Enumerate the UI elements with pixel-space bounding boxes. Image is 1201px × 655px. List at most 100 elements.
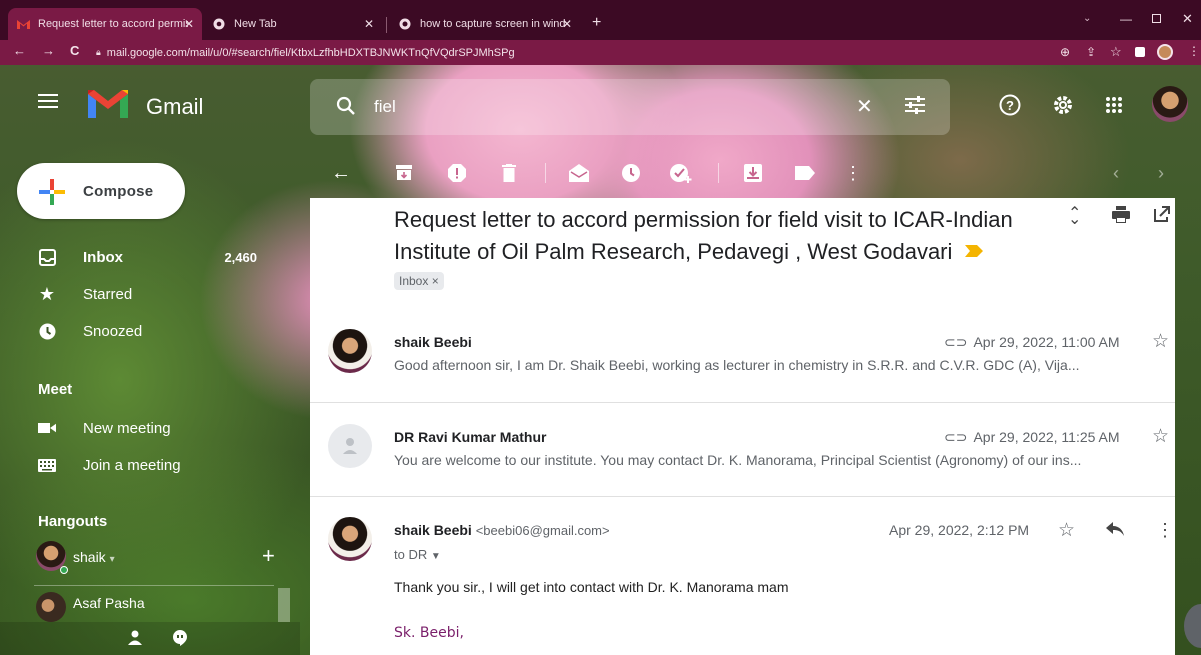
archive-icon[interactable] <box>393 162 415 184</box>
star-toggle-icon[interactable]: ☆ <box>1058 519 1075 542</box>
open-new-window-icon[interactable] <box>1154 206 1170 227</box>
more-options-icon[interactable]: ⋮ <box>842 162 864 184</box>
new-tab-button[interactable]: + <box>592 14 601 32</box>
print-icon[interactable] <box>1112 206 1130 228</box>
tab-search-dropdown-icon[interactable]: ⌄ <box>1083 13 1091 24</box>
compose-label: Compose <box>83 182 154 200</box>
inbox-icon <box>38 248 56 266</box>
sidebar-item-label: Join a meeting <box>83 456 181 474</box>
account-avatar[interactable] <box>1152 86 1188 122</box>
sidebar-item-label: Starred <box>83 285 133 303</box>
message-body: Thank you sir., I will get into contact … <box>394 579 789 595</box>
sender-name: DR Ravi Kumar Mathur <box>394 429 547 445</box>
mark-unread-icon[interactable] <box>568 162 590 184</box>
sender-avatar[interactable] <box>328 424 372 468</box>
recipient-line[interactable]: to DR ▼ <box>394 547 441 562</box>
reply-icon[interactable] <box>1106 522 1124 541</box>
hangouts-section-title: Hangouts <box>38 513 108 530</box>
delete-icon[interactable] <box>498 162 520 184</box>
contact-name[interactable]: Asaf Pasha <box>73 595 145 611</box>
move-to-icon[interactable] <box>742 162 764 184</box>
gmail-logo-icon[interactable] <box>86 88 130 125</box>
help-icon[interactable]: ? <box>999 94 1021 121</box>
url-field[interactable]: 🔒︎ mail.google.com/mail/u/0/#search/fiel… <box>96 43 1096 62</box>
hangouts-chat-icon[interactable] <box>172 629 188 652</box>
status-dropdown-icon: ▾ <box>109 554 115 565</box>
snooze-clock-icon[interactable] <box>620 162 642 184</box>
collapsed-message[interactable]: shaik Beebi ⊂⊃ Apr 29, 2022, 11:00 AM ☆ G… <box>310 318 1175 402</box>
sidebar-scrollbar[interactable] <box>278 588 290 622</box>
minimize-button[interactable]: — <box>1120 12 1132 26</box>
search-bar[interactable]: fiel ✕ <box>310 79 950 135</box>
message-date: Apr 29, 2022, 2:12 PM <box>889 522 1030 538</box>
close-tab-icon[interactable]: ✕ <box>562 17 572 31</box>
settings-gear-icon[interactable] <box>1052 94 1074 121</box>
clock-icon <box>38 322 56 340</box>
add-task-icon[interactable] <box>670 162 692 184</box>
sidebar-item-starred[interactable]: ★ Starred <box>0 278 275 310</box>
attachment-icon: ⊂⊃ <box>944 429 968 445</box>
gmail-favicon-icon <box>16 17 30 31</box>
lock-icon: 🔒︎ <box>96 47 101 57</box>
search-input[interactable]: fiel <box>374 97 396 117</box>
compose-button[interactable]: Compose <box>17 163 185 219</box>
label-tag-icon[interactable] <box>794 162 816 184</box>
back-arrow-icon[interactable]: ← <box>13 43 26 58</box>
main-menu-icon[interactable] <box>38 93 58 114</box>
back-to-search-icon[interactable]: ← <box>330 162 352 184</box>
apps-grid-icon[interactable] <box>1105 96 1123 119</box>
message-more-icon[interactable]: ⋮ <box>1156 520 1174 541</box>
new-conversation-plus-icon[interactable]: + <box>262 543 275 569</box>
newer-chevron-icon[interactable]: ‹ <box>1105 162 1127 184</box>
hangouts-user-name[interactable]: shaik ▾ <box>73 549 115 565</box>
profile-avatar-icon[interactable] <box>1157 44 1173 60</box>
close-tab-icon[interactable]: ✕ <box>184 17 194 31</box>
sender-header: shaik Beebi <beebi06@gmail.com> <box>394 522 610 538</box>
sidebar-item-inbox[interactable]: Inbox 2,460 <box>0 241 275 273</box>
extension-icon[interactable] <box>1135 47 1145 57</box>
chrome-menu-icon[interactable]: ⋮ <box>1188 44 1200 58</box>
sidebar-item-label: Inbox <box>83 248 123 266</box>
share-icon[interactable]: ⇪ <box>1086 45 1096 59</box>
address-bar-row: ← → C 🔒︎ mail.google.com/mail/u/0/#searc… <box>0 40 1201 65</box>
sender-avatar[interactable] <box>328 517 372 561</box>
importance-marker-icon[interactable] <box>964 235 983 265</box>
sidebar-item-join-meeting[interactable]: Join a meeting <box>0 449 275 481</box>
collapsed-message[interactable]: DR Ravi Kumar Mathur ⊂⊃ Apr 29, 2022, 11:… <box>310 412 1175 496</box>
sidebar-item-snoozed[interactable]: Snoozed <box>0 315 275 347</box>
unread-count: 2,460 <box>224 249 257 265</box>
remove-label-icon[interactable]: × <box>432 274 439 288</box>
thread-subject: Request letter to accord permission for … <box>394 205 1034 297</box>
message-snippet: Good afternoon sir, I am Dr. Shaik Beebi… <box>394 357 1080 373</box>
search-icon[interactable] <box>336 96 356 121</box>
browser-tab-bar: Request letter to accord permissio ✕ New… <box>0 0 1201 40</box>
tab-gmail[interactable]: Request letter to accord permissio ✕ <box>8 8 202 40</box>
inbox-label-chip[interactable]: Inbox × <box>394 272 444 290</box>
compose-plus-icon <box>39 179 65 210</box>
tab-search[interactable]: how to capture screen in windov ✕ <box>390 8 580 40</box>
close-window-button[interactable]: ✕ <box>1182 11 1193 27</box>
close-tab-icon[interactable]: ✕ <box>364 17 374 31</box>
contacts-person-icon[interactable] <box>128 630 142 651</box>
maximize-button[interactable] <box>1152 14 1161 23</box>
contact-avatar[interactable] <box>36 592 66 622</box>
chrome-favicon-icon <box>212 17 226 31</box>
star-toggle-icon[interactable]: ☆ <box>1152 425 1169 448</box>
sidebar-item-new-meeting[interactable]: New meeting <box>0 412 275 444</box>
message-signature: Sk. Beebi, <box>394 625 464 641</box>
bookmark-star-icon[interactable]: ☆ <box>1110 44 1122 60</box>
search-options-icon[interactable] <box>904 95 926 120</box>
svg-text:?: ? <box>1006 98 1014 113</box>
forward-arrow-icon[interactable]: → <box>42 43 55 58</box>
sender-avatar[interactable] <box>328 329 372 373</box>
tab-title: Request letter to accord permissio <box>38 18 188 30</box>
reload-icon[interactable]: C <box>70 43 79 58</box>
zoom-icon[interactable]: ⊕ <box>1060 45 1070 59</box>
star-toggle-icon[interactable]: ☆ <box>1152 330 1169 353</box>
online-status-dot <box>60 566 68 574</box>
older-chevron-icon[interactable]: › <box>1150 162 1172 184</box>
report-spam-icon[interactable] <box>446 162 468 184</box>
tab-new-tab[interactable]: New Tab ✕ <box>204 8 382 40</box>
clear-search-icon[interactable]: ✕ <box>856 94 873 119</box>
expand-all-icon[interactable]: ⌃ ⌄ <box>1068 203 1081 243</box>
